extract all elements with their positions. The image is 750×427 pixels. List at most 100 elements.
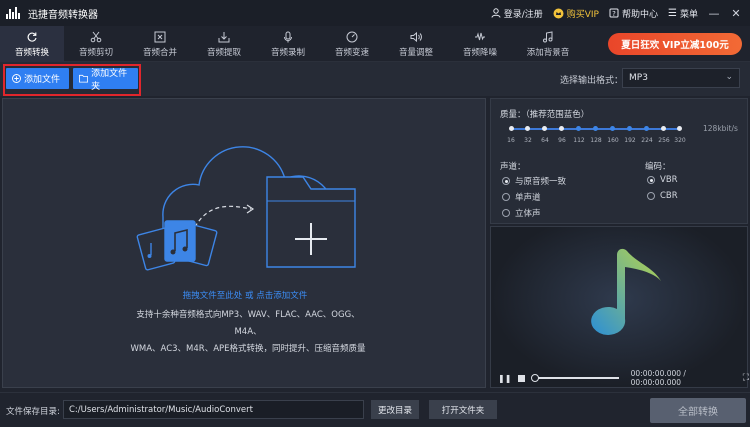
quality-stop[interactable] bbox=[627, 126, 632, 131]
music-note-icon bbox=[591, 248, 661, 335]
user-icon bbox=[491, 8, 501, 18]
quality-stop-selected[interactable] bbox=[593, 126, 598, 131]
tab-label: 音频提取 bbox=[206, 47, 241, 58]
radio-unchecked-icon bbox=[502, 193, 510, 201]
app-logo-icon bbox=[6, 7, 20, 19]
quality-label: 质量：（推荐范围蓝色） bbox=[500, 110, 590, 120]
login-button[interactable]: 登录/注册 bbox=[491, 7, 543, 20]
radio-checked-icon bbox=[647, 176, 655, 184]
radio-unchecked-icon bbox=[647, 192, 655, 200]
quality-stop[interactable] bbox=[509, 126, 514, 131]
quality-stop[interactable] bbox=[542, 126, 547, 131]
fullscreen-icon[interactable]: ⛶ bbox=[743, 373, 749, 383]
channel-option-label: 立体声 bbox=[515, 209, 541, 219]
audio-preview: ❚❚ 00:00:00.000 / 00:00:00.000 ⛶ bbox=[490, 226, 749, 388]
convert-all-button[interactable]: 全部转换 bbox=[650, 398, 746, 423]
quality-stop[interactable] bbox=[610, 126, 615, 131]
channel-option-mono[interactable]: 单声道 bbox=[502, 191, 541, 203]
add-file-label: 添加文件 bbox=[24, 75, 61, 85]
channel-option-original[interactable]: 与原音频一致 bbox=[502, 175, 566, 187]
buy-vip-button[interactable]: 购买VIP bbox=[553, 7, 599, 20]
change-dir-button[interactable]: 更改目录 bbox=[371, 400, 419, 419]
music-files-icon bbox=[136, 220, 218, 271]
encoding-option-label: VBR bbox=[660, 175, 678, 185]
output-format-select[interactable]: MP3 ⌄ bbox=[622, 68, 740, 88]
merge-icon bbox=[154, 31, 166, 42]
encoding-label: 编码： bbox=[645, 162, 671, 172]
output-format-label: 选择输出格式： bbox=[560, 76, 624, 86]
tab-volume-adjust[interactable]: 音量调整 bbox=[384, 26, 448, 62]
file-drop-zone[interactable]: 拖拽文件至此处 或 点击添加文件 支持十余种音频格式向MP3、WAV、FLAC、… bbox=[2, 98, 486, 388]
quality-value: 128kbit/s bbox=[703, 124, 738, 133]
open-folder-button[interactable]: 打开文件夹 bbox=[429, 400, 497, 419]
menu-button[interactable]: ☰ 菜单 bbox=[668, 7, 698, 20]
hamburger-icon: ☰ bbox=[668, 7, 677, 19]
add-file-button[interactable]: 添加文件 bbox=[6, 68, 69, 89]
channel-label: 声道： bbox=[500, 162, 526, 172]
denoise-icon bbox=[475, 31, 485, 40]
tab-audio-cut[interactable]: 音频剪切 bbox=[64, 26, 128, 62]
save-dir-label: 文件保存目录: bbox=[6, 407, 60, 417]
time-readout: 00:00:00.000 / 00:00:00.000 bbox=[630, 369, 686, 387]
tab-add-background-music[interactable]: 添加背景音 bbox=[512, 26, 584, 62]
tab-label: 音频降噪 bbox=[462, 47, 497, 58]
quality-slider[interactable] bbox=[509, 126, 682, 131]
help-icon: ? bbox=[609, 8, 619, 18]
encoding-option-label: CBR bbox=[660, 191, 678, 201]
supported-formats-line: WMA、AC3、M4R、APE格式转换，同时提升、压缩音频质量 bbox=[130, 344, 366, 354]
microphone-icon bbox=[284, 31, 292, 42]
close-button[interactable]: ✕ bbox=[730, 7, 742, 20]
add-folder-button[interactable]: 添加文件夹 bbox=[73, 68, 138, 92]
login-label: 登录/注册 bbox=[503, 9, 543, 20]
tab-label: 音频变速 bbox=[334, 47, 369, 58]
tab-label: 添加背景音 bbox=[526, 47, 570, 58]
quality-stop[interactable] bbox=[559, 126, 564, 131]
tab-audio-merge[interactable]: 音频合并 bbox=[128, 26, 192, 62]
promo-banner[interactable]: 夏日狂欢 VIP立减100元 bbox=[608, 33, 742, 55]
volume-icon bbox=[410, 31, 422, 42]
channel-option-stereo[interactable]: 立体声 bbox=[502, 207, 541, 219]
pause-icon[interactable]: ❚❚ bbox=[498, 374, 511, 383]
encoding-option-cbr[interactable]: CBR bbox=[647, 191, 678, 201]
tab-audio-convert[interactable]: 音频转换 bbox=[0, 26, 64, 62]
supported-formats-line: 支持十余种音频格式向MP3、WAV、FLAC、AAC、OGG、M4A、 bbox=[136, 310, 360, 337]
encoding-option-vbr[interactable]: VBR bbox=[647, 175, 678, 185]
menu-label: 菜单 bbox=[679, 9, 698, 20]
tab-audio-speed[interactable]: 音频变速 bbox=[320, 26, 384, 62]
add-folder-label: 添加文件夹 bbox=[91, 68, 128, 92]
player-controls: ❚❚ 00:00:00.000 / 00:00:00.000 ⛶ bbox=[491, 369, 749, 387]
plus-circle-icon bbox=[12, 74, 21, 83]
quality-stop[interactable] bbox=[576, 126, 581, 131]
radio-checked-icon bbox=[502, 177, 510, 185]
drop-illustration bbox=[136, 146, 356, 271]
buy-vip-label: 购买VIP bbox=[566, 9, 599, 20]
quality-stop[interactable] bbox=[644, 126, 649, 131]
extract-icon bbox=[218, 31, 230, 42]
quality-stop[interactable] bbox=[525, 126, 530, 131]
background-music-icon bbox=[543, 30, 553, 42]
quality-stop[interactable] bbox=[661, 126, 666, 131]
tab-audio-denoise[interactable]: 音频降噪 bbox=[448, 26, 512, 62]
tab-label: 音频录制 bbox=[270, 47, 305, 58]
settings-panel: 质量：（推荐范围蓝色） 16 32 64 96 112 128 160 192 … bbox=[490, 98, 748, 224]
save-dir-input[interactable]: C:/Users/Administrator/Music/AudioConver… bbox=[63, 400, 364, 419]
radio-unchecked-icon bbox=[502, 209, 510, 217]
quality-tick: 320 bbox=[674, 137, 686, 144]
progress-knob[interactable] bbox=[531, 374, 540, 382]
help-center-button[interactable]: ? 帮助中心 bbox=[609, 7, 658, 20]
tab-audio-record[interactable]: 音频录制 bbox=[256, 26, 320, 62]
tab-label: 音频转换 bbox=[14, 47, 49, 58]
help-center-label: 帮助中心 bbox=[622, 9, 659, 20]
svg-text:?: ? bbox=[612, 10, 616, 18]
supported-formats-text: 支持十余种音频格式向MP3、WAV、FLAC、AAC、OGG、M4A、 WMA、… bbox=[123, 307, 373, 358]
vip-crown-icon bbox=[553, 8, 564, 18]
tab-label: 音频剪切 bbox=[78, 47, 113, 58]
stop-icon[interactable] bbox=[518, 374, 526, 382]
drop-hint-link[interactable]: 拖拽文件至此处 或 点击添加文件 bbox=[3, 289, 487, 301]
progress-slider[interactable] bbox=[531, 374, 619, 382]
tab-audio-extract[interactable]: 音频提取 bbox=[192, 26, 256, 62]
channel-option-label: 单声道 bbox=[515, 193, 541, 203]
minimize-button[interactable]: — bbox=[708, 7, 720, 20]
quality-stop[interactable] bbox=[677, 126, 682, 131]
folder-icon bbox=[79, 74, 89, 83]
